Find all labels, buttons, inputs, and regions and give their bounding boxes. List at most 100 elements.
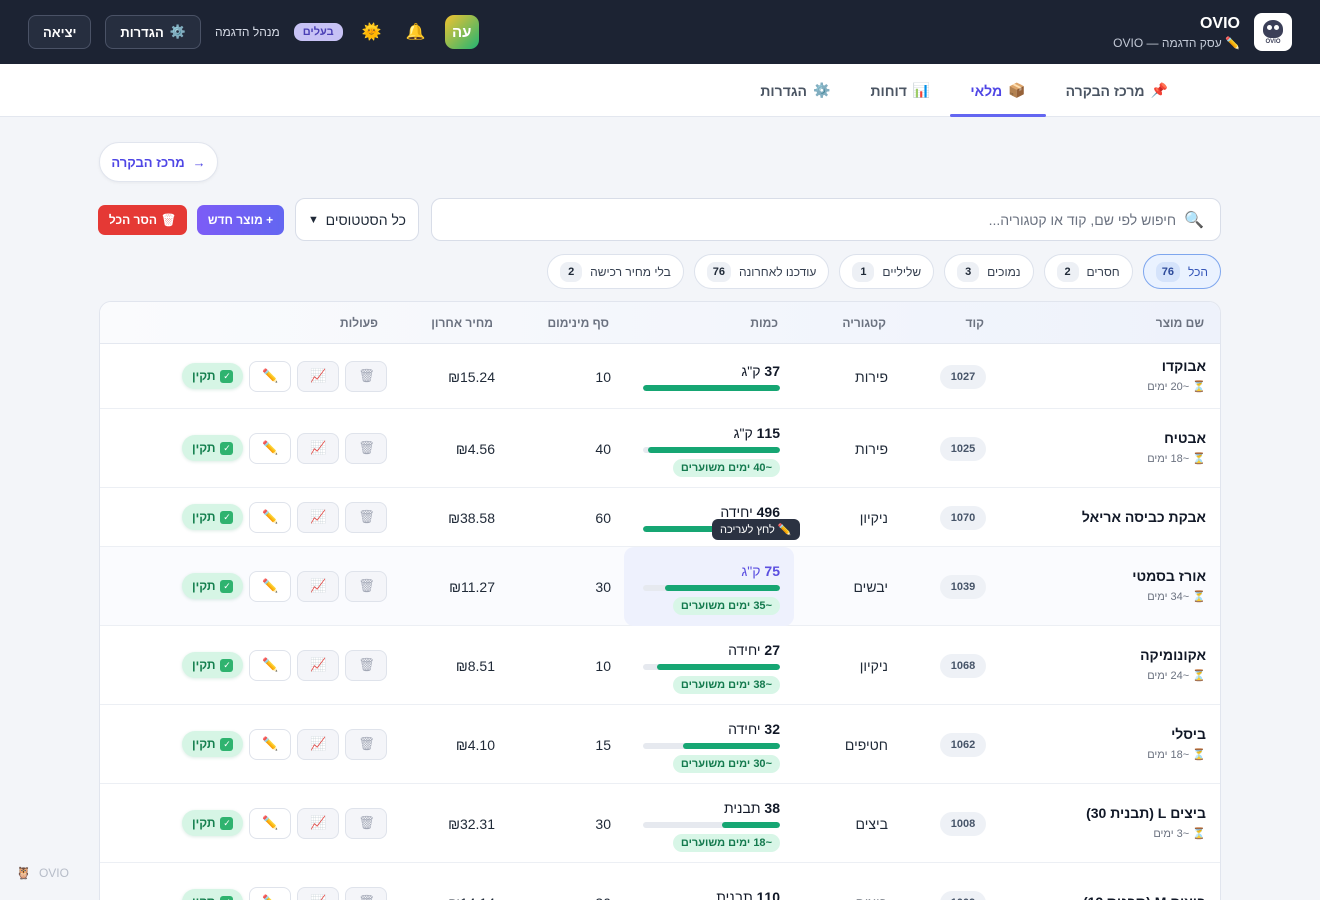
- history-chart-button[interactable]: 📈: [297, 649, 340, 681]
- settings-button[interactable]: ⚙️ הגדרות: [105, 15, 201, 49]
- history-chart-button[interactable]: 📈: [297, 728, 340, 760]
- chip-recently-updated[interactable]: עודכנו לאחרונה 76: [693, 254, 830, 289]
- tab-inventory[interactable]: 📦 מלאי: [950, 64, 1046, 117]
- col-quantity[interactable]: כמות: [750, 316, 778, 330]
- col-code[interactable]: קוד: [966, 316, 984, 330]
- col-name[interactable]: שם מוצר: [1156, 316, 1204, 330]
- projected-days-badge: ~40 ימים משוערים: [672, 458, 780, 477]
- stock-level-fill: [682, 742, 780, 749]
- quantity-cell[interactable]: 32 יחידה ~30 ימים משוערים: [640, 721, 780, 773]
- edit-button[interactable]: ✏️: [249, 501, 292, 533]
- edit-button[interactable]: ✏️: [249, 570, 292, 602]
- table-row[interactable]: אבקת כביסה אריאל 1070 ניקיון 496 יחידה 60 ₪…: [100, 488, 1220, 547]
- row-actions: 🗑 📈 ✏️ ✓תקין: [178, 432, 388, 464]
- hourglass-icon: ⏳: [1192, 452, 1206, 465]
- edit-button[interactable]: ✏️: [249, 360, 292, 392]
- product-name[interactable]: אורז בסמטי: [1132, 568, 1206, 584]
- delete-button[interactable]: 🗑: [345, 501, 388, 533]
- bar-chart-icon: 📊: [912, 82, 931, 98]
- table-row[interactable]: ביצים L (תבנית 30) ⏳ ~3 ימים 1008 ביצים 38 …: [100, 784, 1220, 863]
- history-chart-button[interactable]: 📈: [297, 501, 340, 533]
- min-threshold: 30: [595, 895, 611, 900]
- tab-reports[interactable]: 📊 דוחות: [850, 64, 950, 117]
- brand[interactable]: OVIO OVIO ✏️ עסק הדגמה — OVIO: [1113, 13, 1292, 51]
- history-chart-button[interactable]: 📈: [297, 432, 340, 464]
- history-chart-button[interactable]: 📈: [297, 570, 340, 602]
- delete-button[interactable]: 🗑: [345, 728, 388, 760]
- delete-button[interactable]: 🗑: [345, 649, 388, 681]
- table-row[interactable]: אורז בסמטי ⏳ ~34 ימים 1039 יבשים 75 ק"ג ~35…: [100, 547, 1220, 626]
- delete-button[interactable]: 🗑: [345, 570, 388, 602]
- edit-button[interactable]: ✏️: [249, 728, 292, 760]
- col-price[interactable]: מחיר אחרון: [431, 316, 493, 330]
- user-avatar[interactable]: עה: [444, 15, 479, 49]
- edit-button[interactable]: ✏️: [249, 432, 292, 464]
- delete-button[interactable]: 🗑: [345, 360, 388, 392]
- owner-badge: בעלים: [293, 23, 343, 41]
- edit-button[interactable]: ✏️: [249, 807, 292, 839]
- product-name[interactable]: ביסלי: [1171, 726, 1206, 742]
- history-chart-button[interactable]: 📈: [297, 886, 340, 900]
- table-row[interactable]: ביצים M (תבנית 12) 1009 ביצים 110 תבנית 30…: [100, 863, 1220, 900]
- tab-dashboard[interactable]: 📌 מרכז הבקרה: [1046, 64, 1188, 117]
- product-name[interactable]: ביצים L (תבנית 30): [1086, 805, 1206, 821]
- table-row[interactable]: אבטיח ⏳ ~18 ימים 1025 פירות 115 ק"ג ~40 ימי…: [100, 409, 1220, 488]
- days-remaining: ⏳ ~20 ימים: [1147, 380, 1206, 393]
- chip-no-purchase-price[interactable]: בלי מחיר רכישה 2: [547, 254, 684, 289]
- delete-button[interactable]: 🗑: [345, 807, 388, 839]
- status-badge: ✓תקין: [182, 363, 244, 389]
- history-chart-button[interactable]: 📈: [297, 807, 340, 839]
- clear-all-button[interactable]: 🗑 הסר הכל: [98, 205, 187, 235]
- table-row[interactable]: ביסלי ⏳ ~18 ימים 1062 חטיפים 32 יחידה ~30 י…: [100, 705, 1220, 784]
- logout-button[interactable]: יציאה: [28, 15, 92, 49]
- quantity-value: 110 תבנית: [716, 888, 780, 900]
- history-chart-button[interactable]: 📈: [297, 360, 340, 392]
- check-icon: ✓: [220, 441, 234, 455]
- tab-settings[interactable]: ⚙️ הגדרות: [740, 64, 850, 117]
- chip-all[interactable]: הכל 76: [1142, 254, 1221, 289]
- quantity-value: 115 ק"ג: [733, 424, 780, 441]
- hourglass-icon: ⏳: [1192, 827, 1206, 840]
- min-threshold: 60: [595, 509, 611, 526]
- table-header: שם מוצר קוד קטגוריה כמות סף מינימום מחיר…: [100, 302, 1220, 344]
- product-category: יבשים: [853, 578, 888, 595]
- row-actions: 🗑 📈 ✏️ ✓תקין: [178, 649, 388, 681]
- back-to-dashboard-button[interactable]: → מרכז הבקרה: [99, 142, 218, 182]
- quantity-cell[interactable]: 38 תבנית ~18 ימים משוערים: [640, 800, 780, 852]
- chip-low[interactable]: נמוכים 3: [944, 254, 1034, 289]
- days-remaining: ⏳ ~18 ימים: [1147, 748, 1206, 761]
- min-threshold: 30: [595, 815, 611, 832]
- table-row[interactable]: אבוקדו ⏳ ~20 ימים 1027 פירות 37 ק"ג 10 ₪15.2…: [100, 344, 1220, 409]
- status-badge: ✓תקין: [182, 810, 244, 836]
- new-product-button[interactable]: + מוצר חדש: [197, 205, 284, 235]
- quantity-cell[interactable]: 75 ק"ג ~35 ימים משוערים: [640, 563, 780, 615]
- row-actions: 🗑 📈 ✏️ ✓תקין: [178, 360, 388, 392]
- quantity-cell[interactable]: 115 ק"ג ~40 ימים משוערים: [640, 425, 780, 477]
- product-name[interactable]: אבקת כביסה אריאל: [1082, 509, 1206, 525]
- trash-icon: 🗑: [358, 509, 375, 524]
- last-price: ₪8.51: [455, 657, 495, 674]
- edit-button[interactable]: ✏️: [249, 886, 292, 900]
- quantity-cell[interactable]: 110 תבנית: [640, 889, 780, 900]
- product-name[interactable]: אקונומיקה: [1140, 647, 1206, 663]
- quantity-cell[interactable]: 37 ק"ג: [640, 363, 780, 391]
- row-actions: 🗑 📈 ✏️ ✓תקין: [178, 728, 388, 760]
- col-category[interactable]: קטגוריה: [842, 316, 886, 330]
- delete-button[interactable]: 🗑: [345, 432, 388, 464]
- bell-icon[interactable]: 🔔: [401, 22, 431, 42]
- product-name[interactable]: אבוקדו: [1162, 358, 1206, 374]
- table-row[interactable]: אקונומיקה ⏳ ~24 ימים 1068 ניקיון 27 יחידה ~…: [100, 626, 1220, 705]
- chip-negative[interactable]: שליליים 1: [839, 254, 935, 289]
- product-name[interactable]: ביצים M (תבנית 12): [1083, 894, 1206, 900]
- sun-icon[interactable]: 🌞: [357, 22, 387, 42]
- delete-button[interactable]: 🗑: [345, 886, 388, 900]
- chip-missing[interactable]: חסרים 2: [1043, 254, 1133, 289]
- stock-level-bar: [643, 742, 780, 749]
- edit-button[interactable]: ✏️: [249, 649, 292, 681]
- search-input[interactable]: [448, 211, 1177, 228]
- product-name[interactable]: אבטיח: [1164, 430, 1206, 446]
- status-filter-select[interactable]: כל הסטטוסים ▼: [295, 198, 419, 241]
- projected-days-badge: ~30 ימים משוערים: [672, 754, 780, 773]
- quantity-cell[interactable]: 27 יחידה ~38 ימים משוערים: [640, 642, 780, 694]
- col-min[interactable]: סף מינימום: [547, 316, 609, 330]
